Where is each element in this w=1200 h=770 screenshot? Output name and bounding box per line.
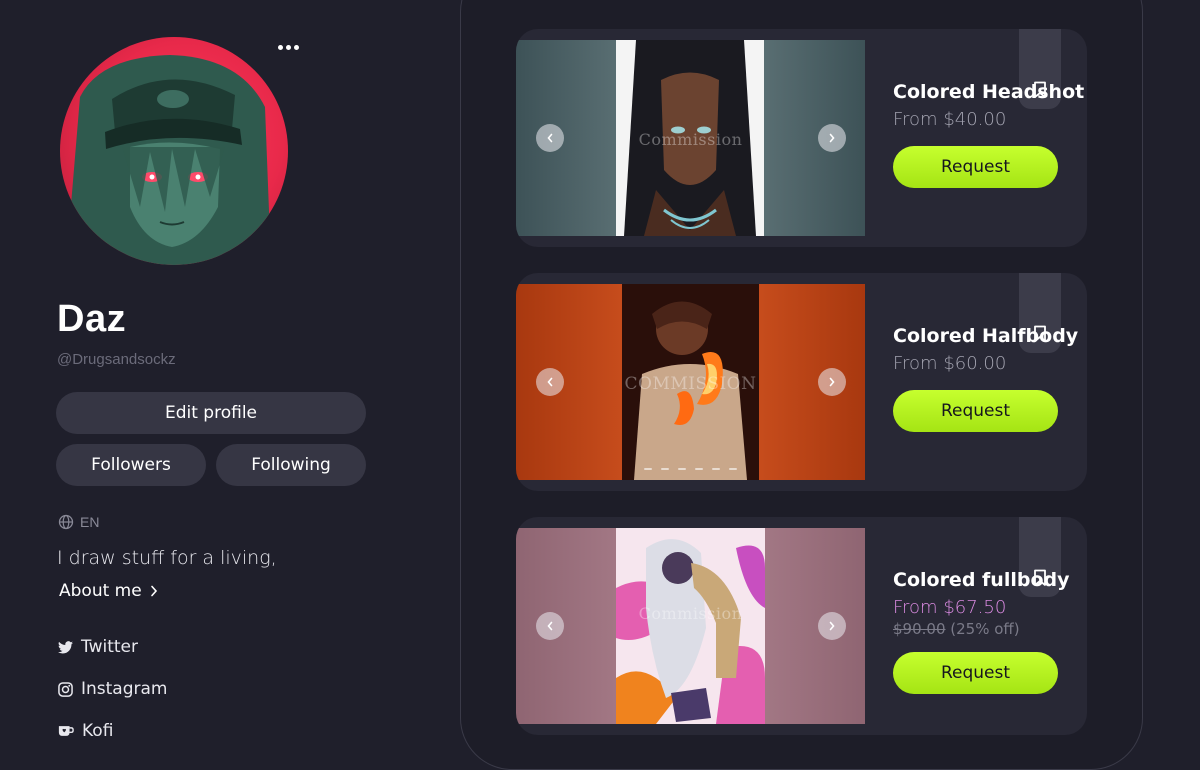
item-original-price-row: $90.00 (25% off) [893,620,1020,638]
language-label: EN [80,514,100,530]
watermark-text: Commission [638,130,743,149]
avatar-illustration [70,55,270,265]
gallery-prev-button[interactable] [536,612,564,640]
language-indicator: EN [58,514,99,530]
instagram-icon [58,681,73,697]
profile-name: Daz [57,298,127,340]
watermark-text: COMMISSION [624,374,757,394]
request-button[interactable]: Request [893,390,1058,432]
item-image-gallery[interactable]: Commission [516,40,865,236]
social-label: Instagram [81,679,168,699]
gallery-prev-button[interactable] [536,368,564,396]
watermark-text: Commission [638,604,743,623]
kofi-cup-icon [58,726,74,736]
chevron-right-icon [829,377,835,387]
more-options-button[interactable] [272,36,304,58]
social-link-twitter[interactable]: Twitter [58,637,138,657]
profile-handle: @Drugsandsockz [57,351,176,368]
globe-icon [58,514,74,530]
item-sale-price: From $67.50 [893,597,1007,618]
gallery-next-button[interactable] [818,368,846,396]
chevron-left-icon [547,133,553,143]
chevron-right-icon [829,621,835,631]
item-artwork [616,528,765,724]
social-label: Kofi [82,721,114,741]
item-title: Colored Halfbody [893,325,1079,347]
item-price: From $40.00 [893,109,1007,130]
chevron-right-icon [150,585,157,597]
following-button[interactable]: Following [216,444,366,486]
followers-button[interactable]: Followers [56,444,206,486]
more-dot [293,44,299,50]
item-title: Colored Headshot [893,81,1085,103]
item-discount: (25% off) [950,620,1020,638]
shop-item-card: Commission Colored Headshot From $40.00 … [516,29,1087,247]
item-original-price: $90.00 [893,620,946,638]
profile-avatar[interactable] [60,37,288,265]
profile-bio: I draw stuff for a living, [57,547,277,569]
shop-item-card: COMMISSION Colored Halfbody From $60.00 … [516,273,1087,491]
gallery-next-button[interactable] [818,612,846,640]
shop-item-card: Commission Colored fullbody From $67.50 … [516,517,1087,735]
item-title: Colored fullbody [893,569,1070,591]
more-dot [285,44,291,50]
chevron-left-icon [547,621,553,631]
social-link-kofi[interactable]: Kofi [58,721,113,741]
gallery-prev-button[interactable] [536,124,564,152]
social-label: Twitter [81,637,138,657]
gallery-next-button[interactable] [818,124,846,152]
request-button[interactable]: Request [893,652,1058,694]
edit-profile-button[interactable]: Edit profile [56,392,366,434]
about-me-label: About me [59,581,142,601]
gallery-pagination [516,468,865,470]
item-image-gallery[interactable]: Commission [516,528,865,724]
social-link-instagram[interactable]: Instagram [58,679,168,699]
twitter-icon [58,640,73,653]
about-me-link[interactable]: About me [59,581,158,601]
chevron-left-icon [547,377,553,387]
more-dot [277,44,283,50]
request-button[interactable]: Request [893,146,1058,188]
chevron-right-icon [829,133,835,143]
item-image-gallery[interactable]: COMMISSION [516,284,865,480]
item-price: From $60.00 [893,353,1007,374]
